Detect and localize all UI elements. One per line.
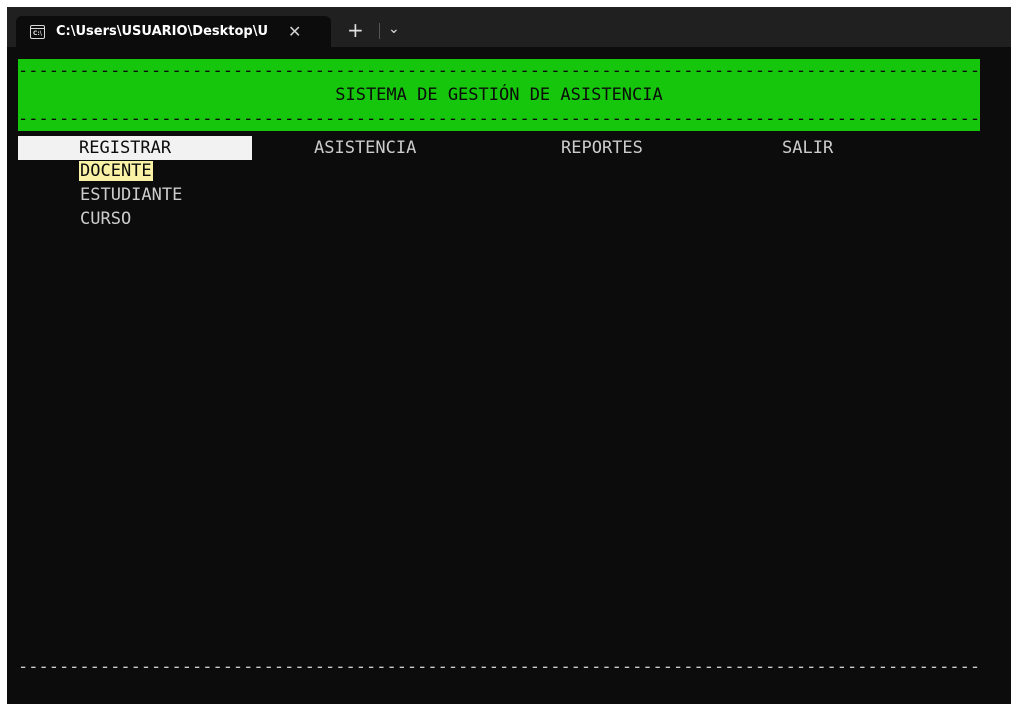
footer-rule: ----------------------------------------… — [18, 657, 980, 677]
registrar-submenu: DOCENTE ESTUDIANTE CURSO — [79, 159, 183, 231]
banner-bottom-rule: ----------------------------------------… — [18, 109, 980, 129]
submenu-item-label: ESTUDIANTE — [80, 185, 183, 205]
submenu-item-label: DOCENTE — [79, 161, 153, 181]
chevron-down-icon[interactable]: ⌄ — [388, 21, 400, 37]
submenu-item-curso[interactable]: CURSO — [79, 207, 183, 231]
submenu-item-label: CURSO — [80, 209, 132, 229]
terminal-tab[interactable]: C:\ C:\Users\USUARIO\Desktop\U ✕ — [16, 16, 331, 47]
page-title: SISTEMA DE GESTIÓN DE ASISTENCIA — [335, 85, 663, 105]
tab-separator — [379, 23, 380, 39]
new-tab-icon[interactable]: + — [347, 19, 364, 41]
terminal-icon: C:\ — [30, 24, 45, 39]
menu-item-asistencia[interactable]: ASISTENCIA — [314, 136, 416, 160]
close-icon[interactable]: ✕ — [288, 22, 301, 41]
menu-item-registrar[interactable]: REGISTRAR — [18, 136, 252, 160]
submenu-item-estudiante[interactable]: ESTUDIANTE — [79, 183, 183, 207]
banner-top-rule: ----------------------------------------… — [18, 61, 980, 81]
title-banner: ----------------------------------------… — [18, 59, 980, 131]
tab-title: C:\Users\USUARIO\Desktop\U — [56, 24, 269, 39]
submenu-item-docente[interactable]: DOCENTE — [79, 159, 183, 183]
tab-strip: C:\ C:\Users\USUARIO\Desktop\U ✕ + ⌄ — [7, 7, 1011, 47]
menu-item-reportes[interactable]: REPORTES — [561, 136, 643, 160]
terminal-window: C:\ C:\Users\USUARIO\Desktop\U ✕ + ⌄ ---… — [7, 7, 1011, 704]
menu-bar: REGISTRAR ASISTENCIA REPORTES SALIR — [18, 136, 980, 160]
menu-item-salir[interactable]: SALIR — [782, 136, 833, 160]
